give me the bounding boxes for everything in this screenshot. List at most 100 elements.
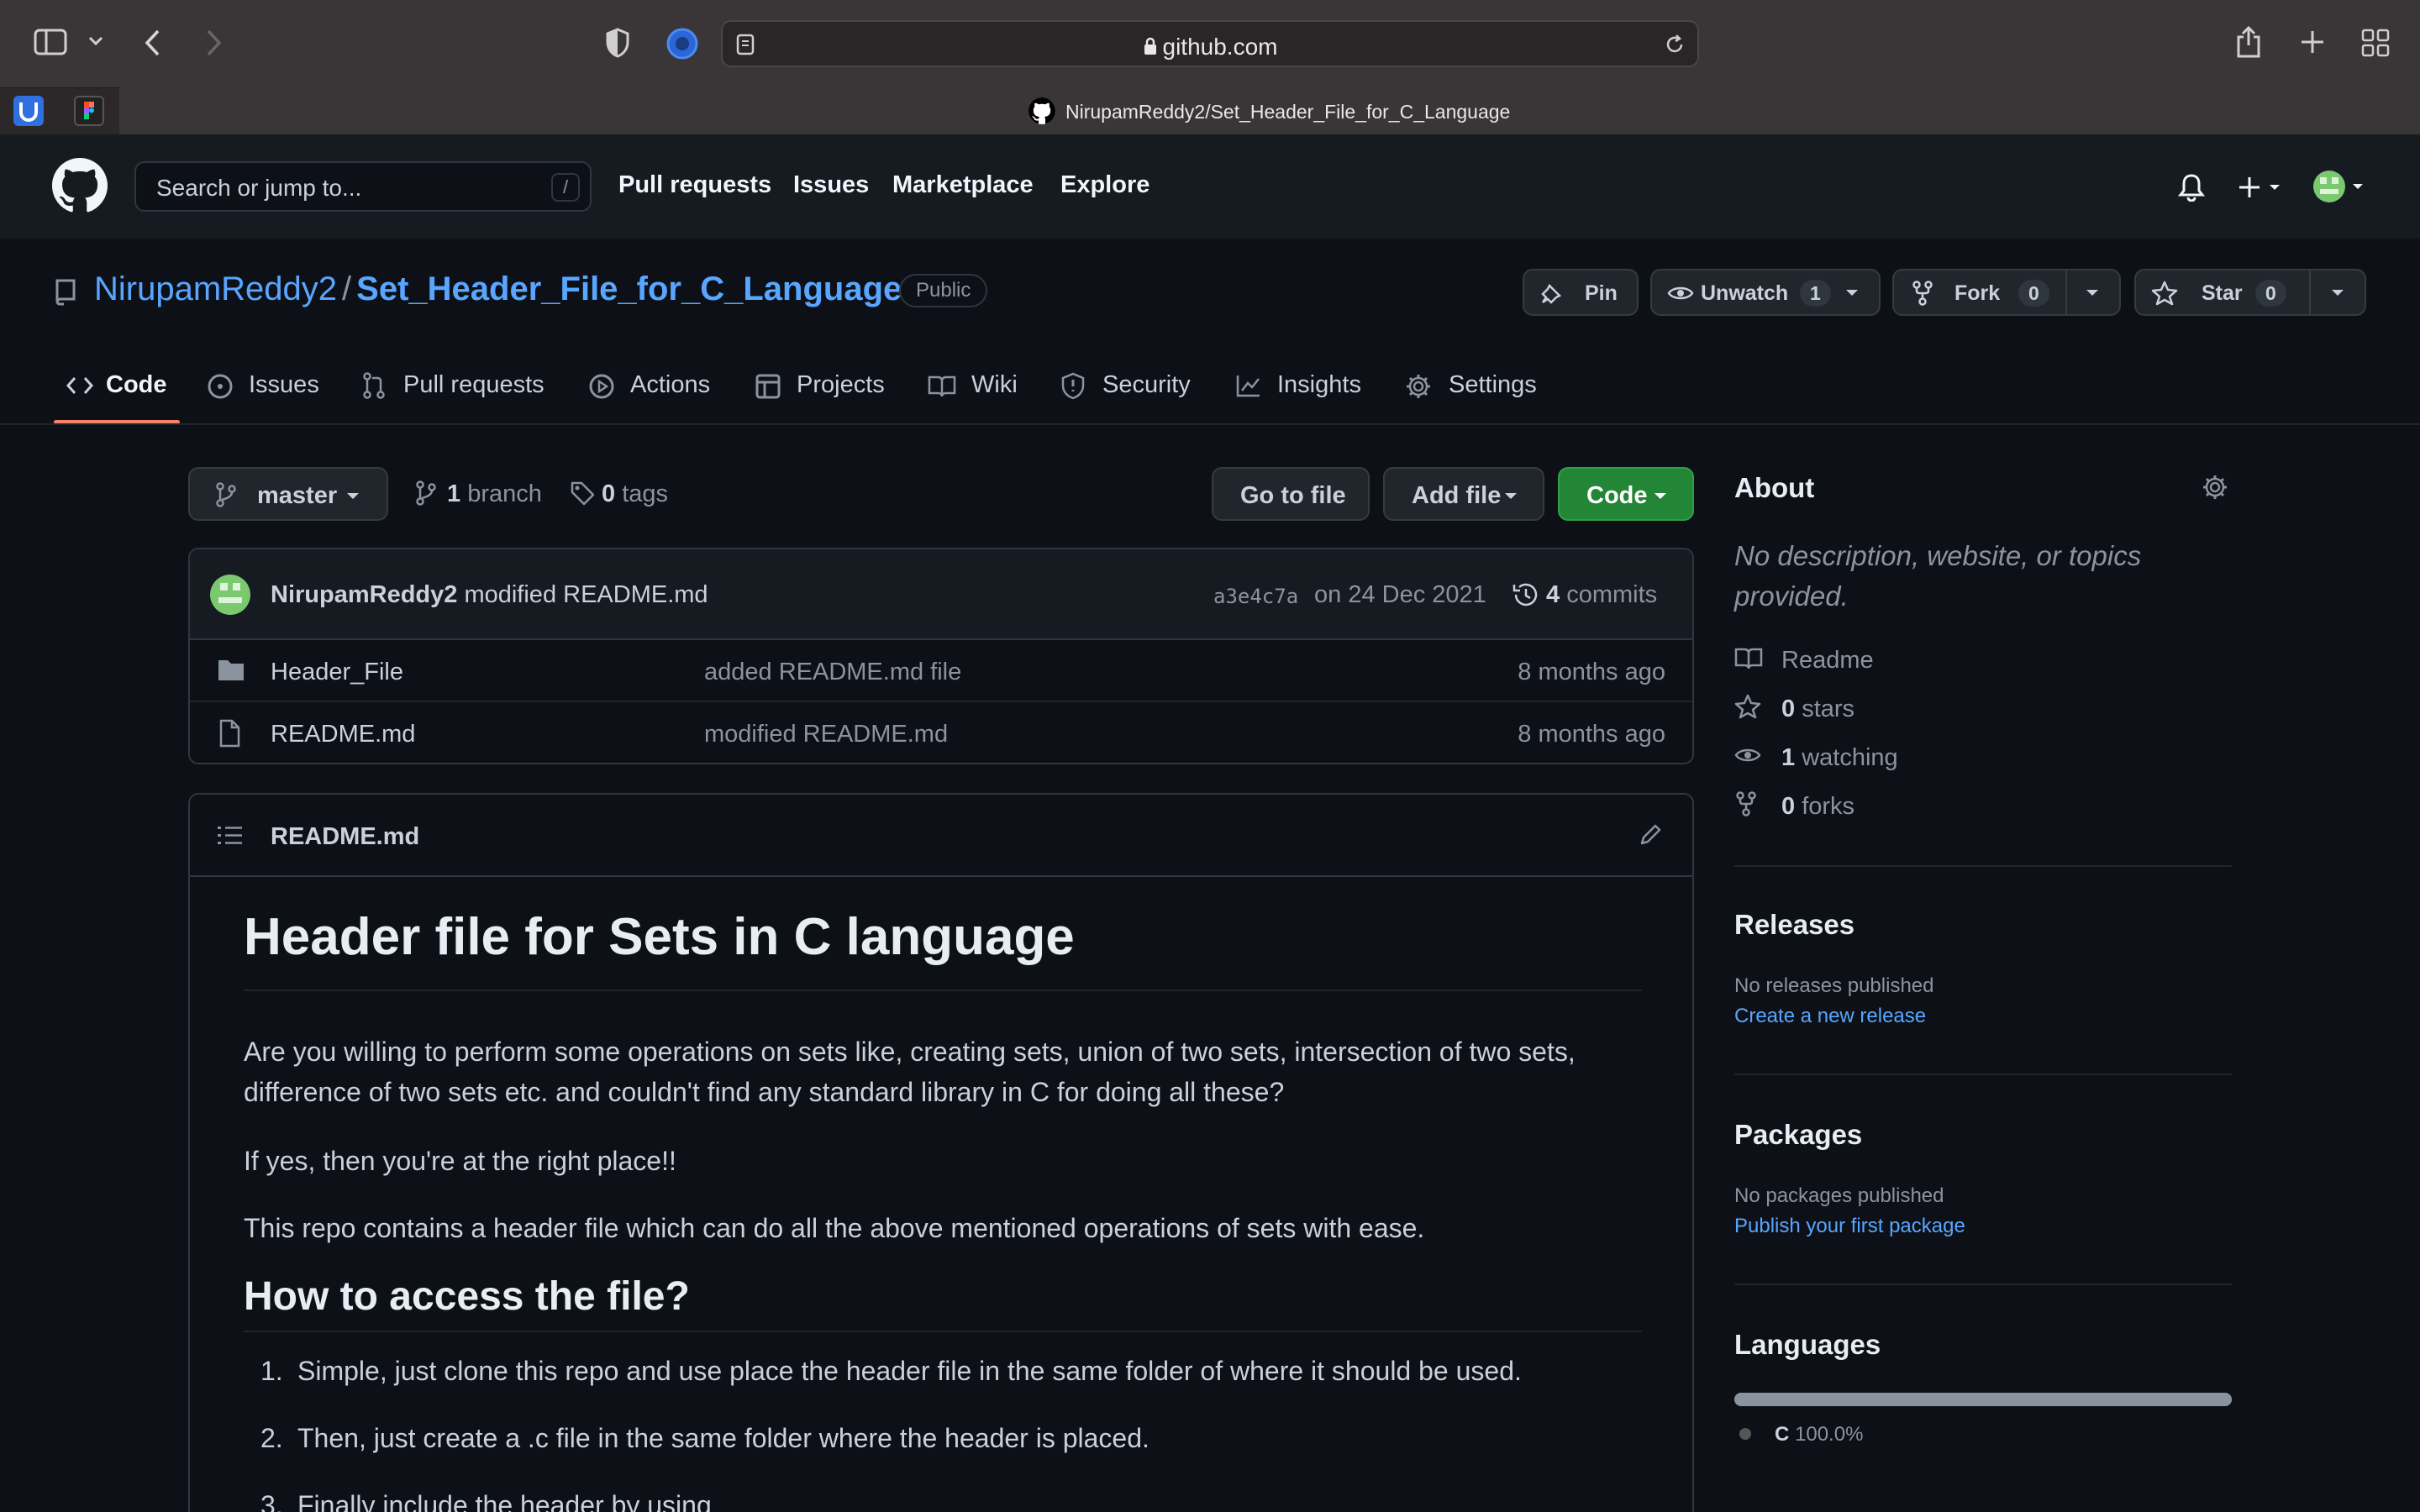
- star-button[interactable]: Star 0: [2134, 269, 2366, 316]
- tab-issues[interactable]: Issues: [249, 371, 319, 399]
- forward-icon[interactable]: [203, 29, 224, 57]
- commit-sha[interactable]: a3e4c7a: [1213, 585, 1298, 608]
- nav-pull-requests[interactable]: Pull requests: [618, 171, 771, 199]
- avatar[interactable]: [210, 575, 250, 615]
- tab-security[interactable]: Security: [1102, 371, 1191, 399]
- repo-name-link[interactable]: Set_Header_File_for_C_Language: [356, 270, 902, 307]
- pencil-icon[interactable]: [1639, 822, 1664, 847]
- create-release-link[interactable]: Create a new release: [1734, 1005, 1926, 1028]
- readme-paragraph: If yes, then you're at the right place!!: [244, 1146, 676, 1176]
- pin-button[interactable]: Pin: [1523, 269, 1639, 316]
- file-age: 8 months ago: [1518, 721, 1665, 748]
- file-name-link[interactable]: README.md: [271, 721, 415, 748]
- nav-issues[interactable]: Issues: [793, 171, 869, 199]
- new-tab-icon[interactable]: [2299, 29, 2326, 55]
- packages-title[interactable]: Packages: [1734, 1119, 1862, 1151]
- language-item[interactable]: C 100.0%: [1775, 1423, 1863, 1446]
- commits-link[interactable]: 4 commits: [1546, 581, 1657, 609]
- shield-icon[interactable]: [605, 27, 630, 59]
- extension-icon[interactable]: [666, 27, 699, 60]
- graph-icon: [1235, 373, 1262, 398]
- repo-icon: [54, 277, 77, 306]
- tab-settings[interactable]: Settings: [1449, 371, 1537, 399]
- eye-icon: [1734, 746, 1761, 769]
- issue-opened-icon: [207, 373, 234, 400]
- file-browser: NirupamReddy2 modified README.md a3e4c7a…: [188, 548, 1694, 764]
- tab-code[interactable]: Code: [106, 371, 167, 399]
- go-to-file-label: Go to file: [1240, 482, 1346, 509]
- repo-owner-link[interactable]: NirupamReddy2: [94, 270, 337, 307]
- code-icon: [66, 375, 94, 396]
- publish-package-link[interactable]: Publish your first package: [1734, 1215, 1965, 1238]
- commits-word: commits: [1566, 581, 1658, 608]
- tab-pull-requests[interactable]: Pull requests: [403, 371, 544, 399]
- sidebar-divider: [1734, 1074, 2232, 1075]
- nav-explore[interactable]: Explore: [1060, 171, 1150, 199]
- browser-toolbar: github.com: [0, 0, 2420, 87]
- readme-subheading: How to access the file?: [244, 1274, 690, 1319]
- watching-link[interactable]: 1 watching: [1781, 744, 1898, 772]
- gear-icon[interactable]: [2202, 474, 2228, 501]
- shield-icon: [1060, 371, 1086, 400]
- branch-count: 1: [447, 480, 461, 507]
- fork-button[interactable]: Fork 0: [1892, 269, 2121, 316]
- chevron-down-icon: [1654, 492, 1667, 501]
- fork-icon: [1734, 791, 1758, 821]
- branches-link[interactable]: 1 branch: [447, 480, 542, 508]
- back-icon[interactable]: [143, 29, 163, 57]
- tab-wiki[interactable]: Wiki: [971, 371, 1018, 399]
- star-count: 0: [2255, 280, 2286, 307]
- tab-projects[interactable]: Projects: [797, 371, 885, 399]
- repo-separator: /: [342, 270, 352, 307]
- commit-date: on 24 Dec 2021: [1314, 581, 1486, 608]
- readme-header: README.md: [190, 795, 1692, 877]
- search-input[interactable]: Search or jump to... /: [134, 161, 592, 212]
- readme-link[interactable]: Readme: [1781, 647, 1874, 675]
- nav-marketplace[interactable]: Marketplace: [892, 171, 1034, 199]
- tags-link[interactable]: 0 tags: [602, 480, 668, 508]
- pinned-tab-figma-icon[interactable]: [74, 96, 104, 126]
- commit-author[interactable]: NirupamReddy2: [271, 581, 457, 608]
- file-commit-message[interactable]: added README.md file: [704, 659, 961, 686]
- code-button[interactable]: Code: [1558, 467, 1694, 521]
- add-file-button[interactable]: Add file: [1383, 467, 1544, 521]
- commit-message[interactable]: modified README.md: [464, 581, 708, 608]
- file-row[interactable]: Header_File added README.md file 8 month…: [190, 640, 1692, 702]
- tab-actions[interactable]: Actions: [630, 371, 710, 399]
- share-icon[interactable]: [2235, 25, 2262, 59]
- file-commit-message[interactable]: modified README.md: [704, 721, 948, 748]
- language-color-dot: [1739, 1428, 1751, 1440]
- branch-selector[interactable]: master: [188, 467, 388, 521]
- list-item: 1. Simple, just clone this repo and use p…: [260, 1356, 1522, 1387]
- language-bar-fill: [1734, 1393, 2232, 1406]
- create-new-icon[interactable]: [2238, 175, 2286, 200]
- github-logo-icon[interactable]: [52, 158, 108, 213]
- forks-link[interactable]: 0 forks: [1781, 793, 1854, 821]
- tab-insights[interactable]: Insights: [1277, 371, 1361, 399]
- list-number: 1.: [260, 1356, 283, 1386]
- avatar-menu[interactable]: [2312, 170, 2366, 203]
- file-row[interactable]: README.md modified README.md 8 months ag…: [190, 702, 1692, 763]
- pinned-tab-icon[interactable]: [13, 96, 44, 126]
- reload-icon[interactable]: [1664, 34, 1686, 55]
- stars-link[interactable]: 0 stars: [1781, 696, 1854, 723]
- readme-filename: README.md: [271, 823, 420, 850]
- tab-overview-icon[interactable]: [2361, 29, 2390, 57]
- star-label: Star: [2202, 281, 2243, 305]
- sidebar-divider: [1734, 865, 2232, 867]
- branch-word: branch: [467, 480, 542, 507]
- unwatch-button[interactable]: Unwatch 1: [1650, 269, 1881, 316]
- sidebar-toggle-icon[interactable]: [34, 29, 67, 55]
- chevron-down-icon[interactable]: [87, 35, 104, 47]
- address-bar[interactable]: github.com: [721, 20, 1699, 67]
- bell-icon[interactable]: [2178, 173, 2205, 202]
- list-item-text: Finally include the header by using: [297, 1490, 712, 1512]
- releases-title[interactable]: Releases: [1734, 909, 1854, 941]
- chevron-down-icon[interactable]: [2331, 289, 2344, 297]
- forks-count: 0: [1781, 793, 1796, 820]
- chevron-down-icon[interactable]: [2086, 289, 2099, 297]
- go-to-file-button[interactable]: Go to file: [1212, 467, 1370, 521]
- list-icon[interactable]: [217, 825, 244, 847]
- tabs-divider: [0, 423, 2420, 425]
- file-name-link[interactable]: Header_File: [271, 659, 403, 686]
